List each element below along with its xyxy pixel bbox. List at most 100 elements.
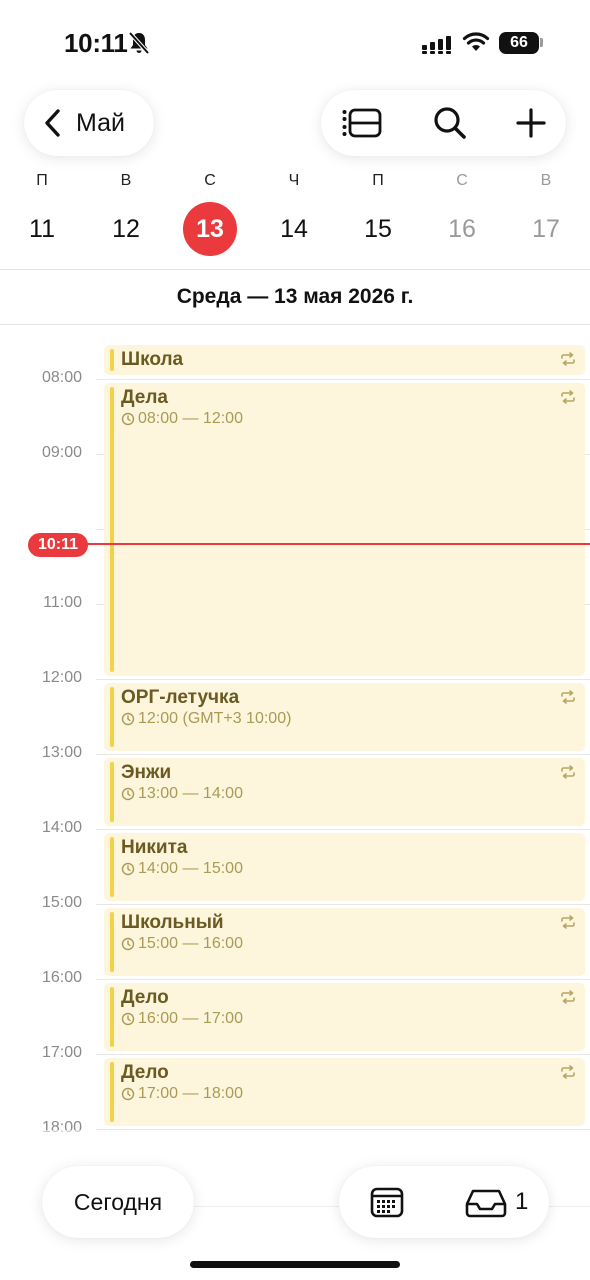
weekday-label: В	[540, 172, 552, 189]
repeat-icon	[561, 915, 575, 929]
date-heading: Среда — 13 мая 2026 г.	[176, 285, 414, 308]
search-button[interactable]	[429, 103, 471, 143]
event-color-bar	[110, 687, 114, 747]
repeat-icon	[561, 690, 575, 704]
hour-gridline	[96, 979, 590, 980]
hour-label: 14:00	[41, 819, 82, 836]
search-icon	[434, 107, 466, 139]
clock-icon	[121, 787, 135, 801]
event-color-bar	[110, 837, 114, 897]
divider	[0, 269, 590, 270]
wifi-icon	[462, 32, 490, 51]
plus-icon	[516, 108, 546, 138]
day-13-selected[interactable]: 13	[183, 202, 237, 256]
calendars-button[interactable]	[369, 1184, 405, 1220]
hour-label: 13:00	[41, 744, 82, 761]
event-color-bar	[110, 912, 114, 972]
event-dela[interactable]: Дела 08:00 — 12:00	[104, 383, 585, 676]
hour-label: 11:00	[43, 594, 82, 611]
event-color-bar	[110, 987, 114, 1047]
clock-icon	[121, 1012, 135, 1026]
event-color-bar	[110, 349, 114, 371]
hour-gridline	[96, 379, 590, 380]
chevron-left-icon	[45, 109, 60, 137]
event-color-bar	[110, 762, 114, 822]
hour-label: 08:00	[41, 369, 82, 386]
event-time-text: 12:00 (GMT+3 10:00)	[138, 710, 292, 727]
hour-gridline	[96, 754, 590, 755]
view-mode-button[interactable]	[341, 103, 383, 143]
event-time-text: 08:00 — 12:00	[138, 410, 243, 427]
event-time-text: 17:00 — 18:00	[138, 1085, 243, 1102]
home-indicator[interactable]	[190, 1261, 400, 1268]
event-enzhi[interactable]: Энжи 13:00 — 14:00	[104, 758, 585, 826]
hour-gridline	[96, 1054, 590, 1055]
add-event-button[interactable]	[510, 103, 552, 143]
day-15[interactable]: 15	[351, 202, 405, 256]
event-title: Никита	[121, 837, 188, 858]
today-button[interactable]: Сегодня	[42, 1166, 194, 1238]
event-title: Школа	[121, 349, 184, 370]
day-14[interactable]: 14	[267, 202, 321, 256]
event-title: Дела	[121, 387, 168, 408]
event-delo-2[interactable]: Дело 17:00 — 18:00	[104, 1058, 585, 1126]
weekday-label: П	[36, 172, 48, 189]
weekday-label: П	[372, 172, 384, 189]
weekday-label: С	[456, 172, 468, 189]
event-title: ОРГ-летучка	[121, 687, 240, 708]
event-title: Дело	[121, 1062, 169, 1083]
back-to-month-button[interactable]: Май	[24, 90, 154, 156]
event-org-meeting[interactable]: ОРГ-летучка 12:00 (GMT+3 10:00)	[104, 683, 585, 751]
event-school[interactable]: Школа	[104, 345, 585, 375]
event-time: 15:00 — 16:00	[121, 935, 243, 953]
status-time: 10:11	[64, 28, 128, 58]
repeat-icon	[561, 990, 575, 1004]
battery-indicator: 66	[499, 32, 539, 54]
event-time: 17:00 — 18:00	[121, 1085, 243, 1103]
inbox-button[interactable]	[465, 1188, 507, 1218]
event-shkolny[interactable]: Школьный 15:00 — 16:00	[104, 908, 585, 976]
event-time-text: 14:00 — 15:00	[138, 860, 243, 877]
event-color-bar	[110, 1062, 114, 1122]
event-time-text: 15:00 — 16:00	[138, 935, 243, 952]
event-nikita[interactable]: Никита 14:00 — 15:00	[104, 833, 585, 901]
event-delo-1[interactable]: Дело 16:00 — 17:00	[104, 983, 585, 1051]
hour-label: 09:00	[41, 444, 82, 461]
divider	[0, 324, 590, 325]
event-title: Энжи	[121, 762, 172, 783]
repeat-icon	[561, 765, 575, 779]
hour-gridline	[96, 829, 590, 830]
inbox-count: 1	[515, 1188, 529, 1215]
clock-icon	[121, 862, 135, 876]
event-time-text: 13:00 — 14:00	[138, 785, 243, 802]
day-11[interactable]: 11	[15, 202, 69, 256]
weekday-label: Ч	[288, 172, 300, 189]
hour-label: 15:00	[41, 894, 82, 911]
event-time-text: 16:00 — 17:00	[138, 1010, 243, 1027]
day-12[interactable]: 12	[99, 202, 153, 256]
bell-muted-icon	[128, 31, 150, 55]
event-title: Школьный	[121, 912, 224, 933]
bottom-toolbar: 1	[339, 1166, 549, 1238]
clock-icon	[121, 712, 135, 726]
hour-gridline	[96, 679, 590, 680]
hour-label: 16:00	[41, 969, 82, 986]
weekday-label: С	[204, 172, 216, 189]
toolbar	[321, 90, 566, 156]
hour-gridline	[96, 904, 590, 905]
event-time: 08:00 — 12:00	[121, 410, 243, 428]
event-color-bar	[110, 387, 114, 672]
weekday-label: В	[120, 172, 132, 189]
day-17[interactable]: 17	[519, 202, 573, 256]
back-label: Май	[76, 108, 125, 137]
hour-label: 17:00	[41, 1044, 82, 1061]
event-time: 14:00 — 15:00	[121, 860, 243, 878]
current-time-line	[86, 543, 590, 545]
calendar-icon	[370, 1187, 404, 1218]
day-16[interactable]: 16	[435, 202, 489, 256]
clock-icon	[121, 412, 135, 426]
repeat-icon	[561, 352, 575, 366]
event-title: Дело	[121, 987, 169, 1008]
clock-icon	[121, 937, 135, 951]
event-time: 13:00 — 14:00	[121, 785, 243, 803]
